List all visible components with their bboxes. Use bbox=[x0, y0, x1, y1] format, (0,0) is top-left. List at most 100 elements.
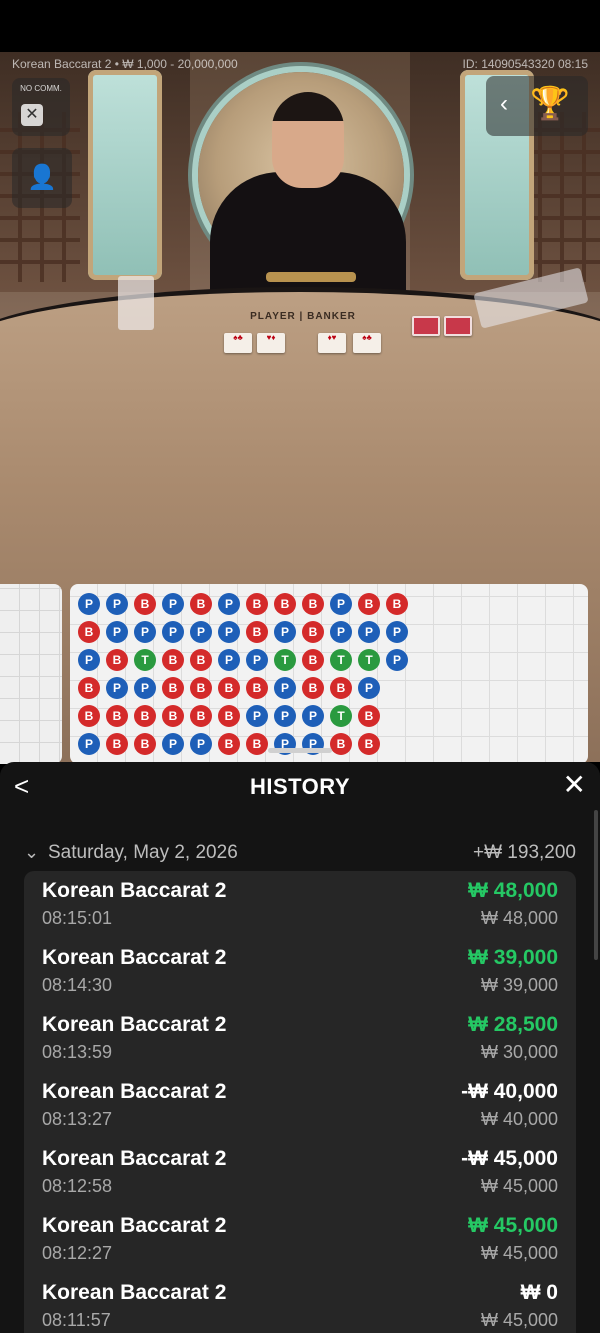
big-road-partial[interactable] bbox=[0, 584, 62, 764]
bead-b: B bbox=[274, 593, 296, 615]
bead-b: B bbox=[162, 705, 184, 727]
bead-b: B bbox=[302, 677, 324, 699]
card-shoe bbox=[118, 276, 154, 330]
history-row[interactable]: Korean Baccarat 2 08:14:30 ₩ 39,000 ₩ 39,00… bbox=[24, 938, 576, 1005]
round-stake: ₩ 40,000 bbox=[480, 1109, 558, 1129]
bead-b: B bbox=[246, 593, 268, 615]
bead-p: P bbox=[190, 733, 212, 755]
bead-p: P bbox=[162, 621, 184, 643]
bead-p: P bbox=[330, 621, 352, 643]
bead-p: P bbox=[162, 733, 184, 755]
bead-p: P bbox=[78, 649, 100, 671]
bead-p: P bbox=[386, 621, 408, 643]
bead-p: P bbox=[162, 593, 184, 615]
bead-p: P bbox=[358, 621, 380, 643]
bead-p: P bbox=[106, 593, 128, 615]
round-id: ID: 14090543320 08:15 bbox=[462, 57, 588, 71]
bead-p: P bbox=[246, 705, 268, 727]
player-card: ♥♦ bbox=[257, 333, 285, 353]
winners-button[interactable]: ‹ 🏆 bbox=[486, 76, 588, 136]
round-result: ₩ 45,000 bbox=[468, 1214, 558, 1237]
bead-b: B bbox=[302, 621, 324, 643]
bead-p: P bbox=[274, 621, 296, 643]
bead-b: B bbox=[358, 593, 380, 615]
bead-p: P bbox=[106, 677, 128, 699]
round-time: 08:13:59 bbox=[42, 1042, 113, 1062]
round-time: 08:11:57 bbox=[42, 1310, 111, 1330]
round-stake: ₩ 45,000 bbox=[480, 1310, 558, 1330]
table-layout-label: PLAYER | BANKER bbox=[250, 311, 356, 322]
bead-p: P bbox=[274, 677, 296, 699]
bead-b: B bbox=[162, 649, 184, 671]
card-back bbox=[412, 316, 440, 336]
bead-b: B bbox=[78, 621, 100, 643]
scrollbar[interactable] bbox=[594, 810, 598, 960]
history-row[interactable]: Korean Baccarat 2 08:15:01 ₩ 48,000 ₩ 48,00… bbox=[24, 871, 576, 938]
round-time: 08:14:30 bbox=[42, 975, 113, 995]
round-stake: ₩ 45,000 bbox=[480, 1243, 558, 1263]
bead-t: T bbox=[358, 649, 380, 671]
bead-b: B bbox=[134, 705, 156, 727]
no-commission-toggle[interactable]: NO COMM. ✕ bbox=[12, 78, 70, 136]
bead-b: B bbox=[134, 733, 156, 755]
close-button[interactable]: ✕ bbox=[563, 770, 586, 800]
game-name: Korean Baccarat 2 bbox=[42, 1214, 227, 1237]
game-name: Korean Baccarat 2 bbox=[42, 1080, 227, 1103]
history-row[interactable]: Korean Baccarat 2 08:12:27 ₩ 45,000 ₩ 45,00… bbox=[24, 1206, 576, 1273]
card-back bbox=[444, 316, 472, 336]
dealer-belt bbox=[266, 272, 356, 282]
history-row[interactable]: Korean Baccarat 2 08:11:57 ₩ 0 ₩ 45,000 bbox=[24, 1273, 576, 1333]
banker-card: ♠♣ bbox=[353, 333, 381, 353]
bead-b: B bbox=[330, 677, 352, 699]
bead-b: B bbox=[162, 677, 184, 699]
round-time: 08:12:27 bbox=[42, 1243, 113, 1263]
round-result: -₩ 45,000 bbox=[461, 1147, 558, 1170]
bead-b: B bbox=[106, 705, 128, 727]
bead-b: B bbox=[386, 593, 408, 615]
bead-p: P bbox=[134, 677, 156, 699]
bead-b: B bbox=[190, 649, 212, 671]
history-row[interactable]: Korean Baccarat 2 08:13:59 ₩ 28,500 ₩ 30,00… bbox=[24, 1005, 576, 1072]
chevron-left-icon: ‹ bbox=[500, 90, 508, 117]
dealer-head bbox=[272, 92, 344, 188]
bead-b: B bbox=[358, 733, 380, 755]
bead-p: P bbox=[218, 621, 240, 643]
bead-b: B bbox=[106, 733, 128, 755]
bead-b: B bbox=[78, 705, 100, 727]
bead-b: B bbox=[134, 593, 156, 615]
bead-p: P bbox=[218, 593, 240, 615]
bead-b: B bbox=[246, 677, 268, 699]
history-header: < HISTORY ✕ bbox=[0, 762, 600, 810]
person-icon: 👤 bbox=[27, 164, 57, 191]
banker-card: ♦♥ bbox=[318, 333, 346, 353]
bead-b: B bbox=[218, 733, 240, 755]
bead-p: P bbox=[78, 593, 100, 615]
camera-view-button[interactable]: 👤 bbox=[12, 148, 72, 208]
bead-t: T bbox=[134, 649, 156, 671]
bead-t: T bbox=[330, 705, 352, 727]
date-total: +₩ 193,200 bbox=[473, 842, 576, 863]
date-group-header[interactable]: ⌄ Saturday, May 2, 2026 +₩ 193,200 bbox=[24, 842, 576, 866]
round-time: 08:12:58 bbox=[42, 1176, 113, 1196]
history-title: HISTORY bbox=[249, 774, 351, 799]
bead-b: B bbox=[106, 649, 128, 671]
bead-road[interactable]: PPBPBPBBBPBBBPPPPPBPBPPPPBTBBPPTBTTPBPPB… bbox=[70, 584, 588, 764]
round-stake: ₩ 39,000 bbox=[480, 975, 558, 995]
table-name-limits: Korean Baccarat 2 • ₩ 1,000 - 20,000,000 bbox=[12, 57, 238, 71]
bead-p: P bbox=[330, 593, 352, 615]
bead-b: B bbox=[246, 733, 268, 755]
player-card: ♠♣ bbox=[224, 333, 252, 353]
bead-b: B bbox=[218, 677, 240, 699]
round-result: -₩ 40,000 bbox=[461, 1080, 558, 1103]
bead-p: P bbox=[106, 621, 128, 643]
bead-p: P bbox=[358, 677, 380, 699]
history-row[interactable]: Korean Baccarat 2 08:13:27 -₩ 40,000 ₩ 40,0… bbox=[24, 1072, 576, 1139]
bead-p: P bbox=[274, 705, 296, 727]
bead-t: T bbox=[274, 649, 296, 671]
history-row[interactable]: Korean Baccarat 2 08:12:58 -₩ 45,000 ₩ 45,0… bbox=[24, 1139, 576, 1206]
game-name: Korean Baccarat 2 bbox=[42, 1281, 227, 1304]
round-time: 08:13:27 bbox=[42, 1109, 113, 1129]
drag-handle[interactable] bbox=[268, 748, 332, 753]
round-stake: ₩ 45,000 bbox=[480, 1176, 558, 1196]
bead-p: P bbox=[218, 649, 240, 671]
